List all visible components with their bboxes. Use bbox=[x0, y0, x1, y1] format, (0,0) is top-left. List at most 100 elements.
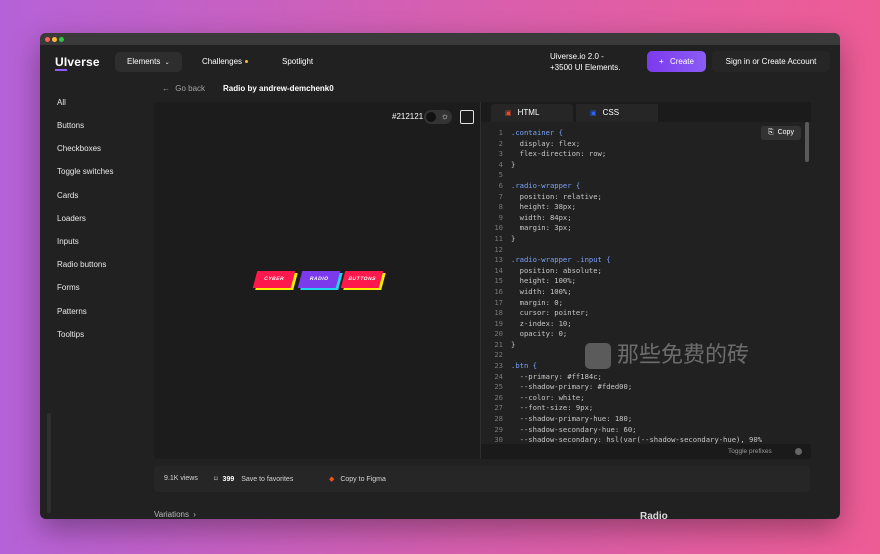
code-text: height: 100%; bbox=[511, 276, 576, 286]
toggle-prefixes-switch[interactable] bbox=[795, 448, 802, 455]
tab-css[interactable]: ▣ CSS bbox=[576, 104, 658, 122]
views-count: 9.1K views bbox=[164, 475, 198, 482]
code-text: margin: 0; bbox=[511, 297, 563, 307]
sidebar-item-loaders[interactable]: Loaders bbox=[57, 214, 86, 223]
code-line: 24 --primary: #ff184c; bbox=[487, 372, 762, 383]
maximize-window-icon[interactable] bbox=[59, 37, 64, 42]
code-line: 14 position: absolute; bbox=[487, 266, 762, 277]
code-text: --shadow-secondary-hue: 60; bbox=[511, 424, 637, 434]
line-number: 7 bbox=[498, 191, 503, 201]
line-number: 15 bbox=[494, 276, 503, 286]
line-number: 4 bbox=[498, 159, 503, 169]
plus-icon: + bbox=[659, 57, 664, 66]
code-text: --font-size: 9px; bbox=[511, 403, 594, 413]
sign-in-button[interactable]: Sign in or Create Account bbox=[712, 51, 830, 72]
sidebar-item-buttons[interactable]: Buttons bbox=[57, 121, 84, 130]
code-line: 10 margin: 3px; bbox=[487, 223, 762, 234]
background-color-code: #212121 bbox=[392, 112, 424, 121]
code-text: --shadow-secondary: hsl(var(--shadow-sec… bbox=[511, 435, 762, 445]
code-text: height: 38px; bbox=[511, 202, 576, 212]
category-sidebar: All Buttons Checkboxes Toggle switches C… bbox=[40, 83, 140, 519]
code-text: } bbox=[511, 233, 516, 243]
code-text: z-index: 10; bbox=[511, 318, 572, 328]
challenges-link[interactable]: Challenges bbox=[202, 52, 249, 72]
code-line: 15 height: 100%; bbox=[487, 276, 762, 287]
line-number: 23 bbox=[494, 361, 503, 371]
sidebar-item-cards[interactable]: Cards bbox=[57, 191, 78, 200]
code-line: 7 position: relative; bbox=[487, 192, 762, 203]
theme-toggle[interactable]: ☼ bbox=[424, 110, 452, 124]
line-number: 10 bbox=[494, 223, 503, 233]
line-number: 12 bbox=[494, 244, 503, 254]
figma-icon: ◆ bbox=[329, 476, 335, 483]
sidebar-item-inputs[interactable]: Inputs bbox=[57, 237, 79, 246]
code-text: .container { bbox=[511, 128, 563, 137]
chevron-down-icon: ⌄ bbox=[164, 60, 170, 66]
code-line: 29 --shadow-secondary-hue: 60; bbox=[487, 425, 762, 436]
copy-to-figma-button[interactable]: ◆ Copy to Figma bbox=[329, 475, 386, 483]
code-line: 4} bbox=[487, 160, 762, 171]
code-line: 9 width: 84px; bbox=[487, 213, 762, 224]
radio-option-buttons[interactable]: BUTTONS bbox=[340, 271, 384, 288]
sidebar-item-radio-buttons[interactable]: Radio buttons bbox=[57, 260, 106, 269]
code-line: 6 .radio-wrapper { bbox=[487, 181, 762, 192]
code-line: 27 --font-size: 9px; bbox=[487, 403, 762, 414]
page-title: Radio by andrew-demchenk0 bbox=[223, 84, 334, 93]
uiverse-logo[interactable]: UIverse bbox=[55, 55, 100, 71]
code-text: flex-direction: row; bbox=[511, 149, 607, 159]
close-window-icon[interactable] bbox=[45, 37, 50, 42]
line-number: 21 bbox=[494, 339, 503, 349]
sun-icon: ☼ bbox=[440, 111, 449, 121]
editor-scrollbar[interactable] bbox=[805, 122, 809, 162]
code-line: 3 flex-direction: row; bbox=[487, 149, 762, 160]
line-number: 28 bbox=[494, 414, 503, 424]
minimize-window-icon[interactable] bbox=[52, 37, 57, 42]
save-to-favorites-button[interactable]: ⌑ 399 Save to favorites bbox=[214, 475, 293, 483]
sidebar-item-checkboxes[interactable]: Checkboxes bbox=[57, 144, 101, 153]
code-text: .btn { bbox=[511, 361, 537, 371]
line-number: 11 bbox=[494, 233, 503, 243]
sidebar-item-toggle-switches[interactable]: Toggle switches bbox=[57, 167, 113, 176]
code-content[interactable]: 1 .container { 2 display: flex; 3 flex-dire… bbox=[487, 128, 762, 446]
tab-html[interactable]: ▣ HTML bbox=[491, 104, 573, 122]
promo-banner-link[interactable]: Uiverse.io 2.0 - +3500 UI Elements. bbox=[550, 51, 620, 73]
code-line: 28 --shadow-primary-hue: 180; bbox=[487, 414, 762, 425]
line-number: 1 bbox=[498, 128, 503, 137]
code-line: 18 cursor: pointer; bbox=[487, 308, 762, 319]
editor-tabs: ▣ HTML ▣ CSS bbox=[481, 102, 811, 122]
code-text: margin: 3px; bbox=[511, 223, 572, 233]
code-text: --shadow-primary: #fded00; bbox=[511, 382, 633, 392]
code-text: --shadow-primary-hue: 180; bbox=[511, 414, 633, 424]
line-number: 9 bbox=[498, 212, 503, 222]
sidebar-item-forms[interactable]: Forms bbox=[57, 283, 80, 292]
toggle-knob bbox=[426, 112, 436, 122]
code-text: --primary: #ff184c; bbox=[511, 371, 602, 381]
sidebar-scrollbar[interactable] bbox=[47, 413, 51, 513]
stats-bar: 9.1K views ⌑ 399 Save to favorites ◆ Cop… bbox=[154, 466, 810, 492]
section-heading: Radio bbox=[640, 511, 668, 519]
background-color-picker[interactable] bbox=[460, 110, 474, 124]
bookmark-icon: ⌑ bbox=[214, 476, 218, 483]
code-text: --color: white; bbox=[511, 392, 585, 402]
sidebar-item-patterns[interactable]: Patterns bbox=[57, 307, 87, 316]
code-line: 1 .container { bbox=[487, 128, 762, 139]
create-button[interactable]: + Create bbox=[647, 51, 706, 72]
title-bar bbox=[40, 33, 840, 45]
code-line: 26 --color: white; bbox=[487, 393, 762, 404]
go-back-link[interactable]: ← Go back bbox=[162, 84, 205, 93]
line-number: 14 bbox=[494, 265, 503, 275]
line-number: 25 bbox=[494, 382, 503, 392]
elements-menu-button[interactable]: Elements ⌄ bbox=[115, 52, 182, 72]
sidebar-item-tooltips[interactable]: Tooltips bbox=[57, 330, 84, 339]
radio-option-cyber[interactable]: CYBER bbox=[252, 271, 296, 288]
line-number: 29 bbox=[494, 424, 503, 434]
code-editor: ▣ HTML ▣ CSS 1 .container { 2 display: flex;… bbox=[480, 102, 811, 459]
copy-button[interactable]: ⎘ Copy bbox=[761, 126, 801, 140]
line-number: 8 bbox=[498, 202, 503, 212]
code-line: 2 display: flex; bbox=[487, 139, 762, 150]
spotlight-link[interactable]: Spotlight bbox=[282, 52, 313, 72]
sidebar-item-all[interactable]: All bbox=[57, 98, 66, 107]
code-text: display: flex; bbox=[511, 138, 581, 148]
radio-option-radio[interactable]: RADIO bbox=[297, 271, 341, 288]
variations-link[interactable]: Variations › bbox=[154, 510, 196, 519]
